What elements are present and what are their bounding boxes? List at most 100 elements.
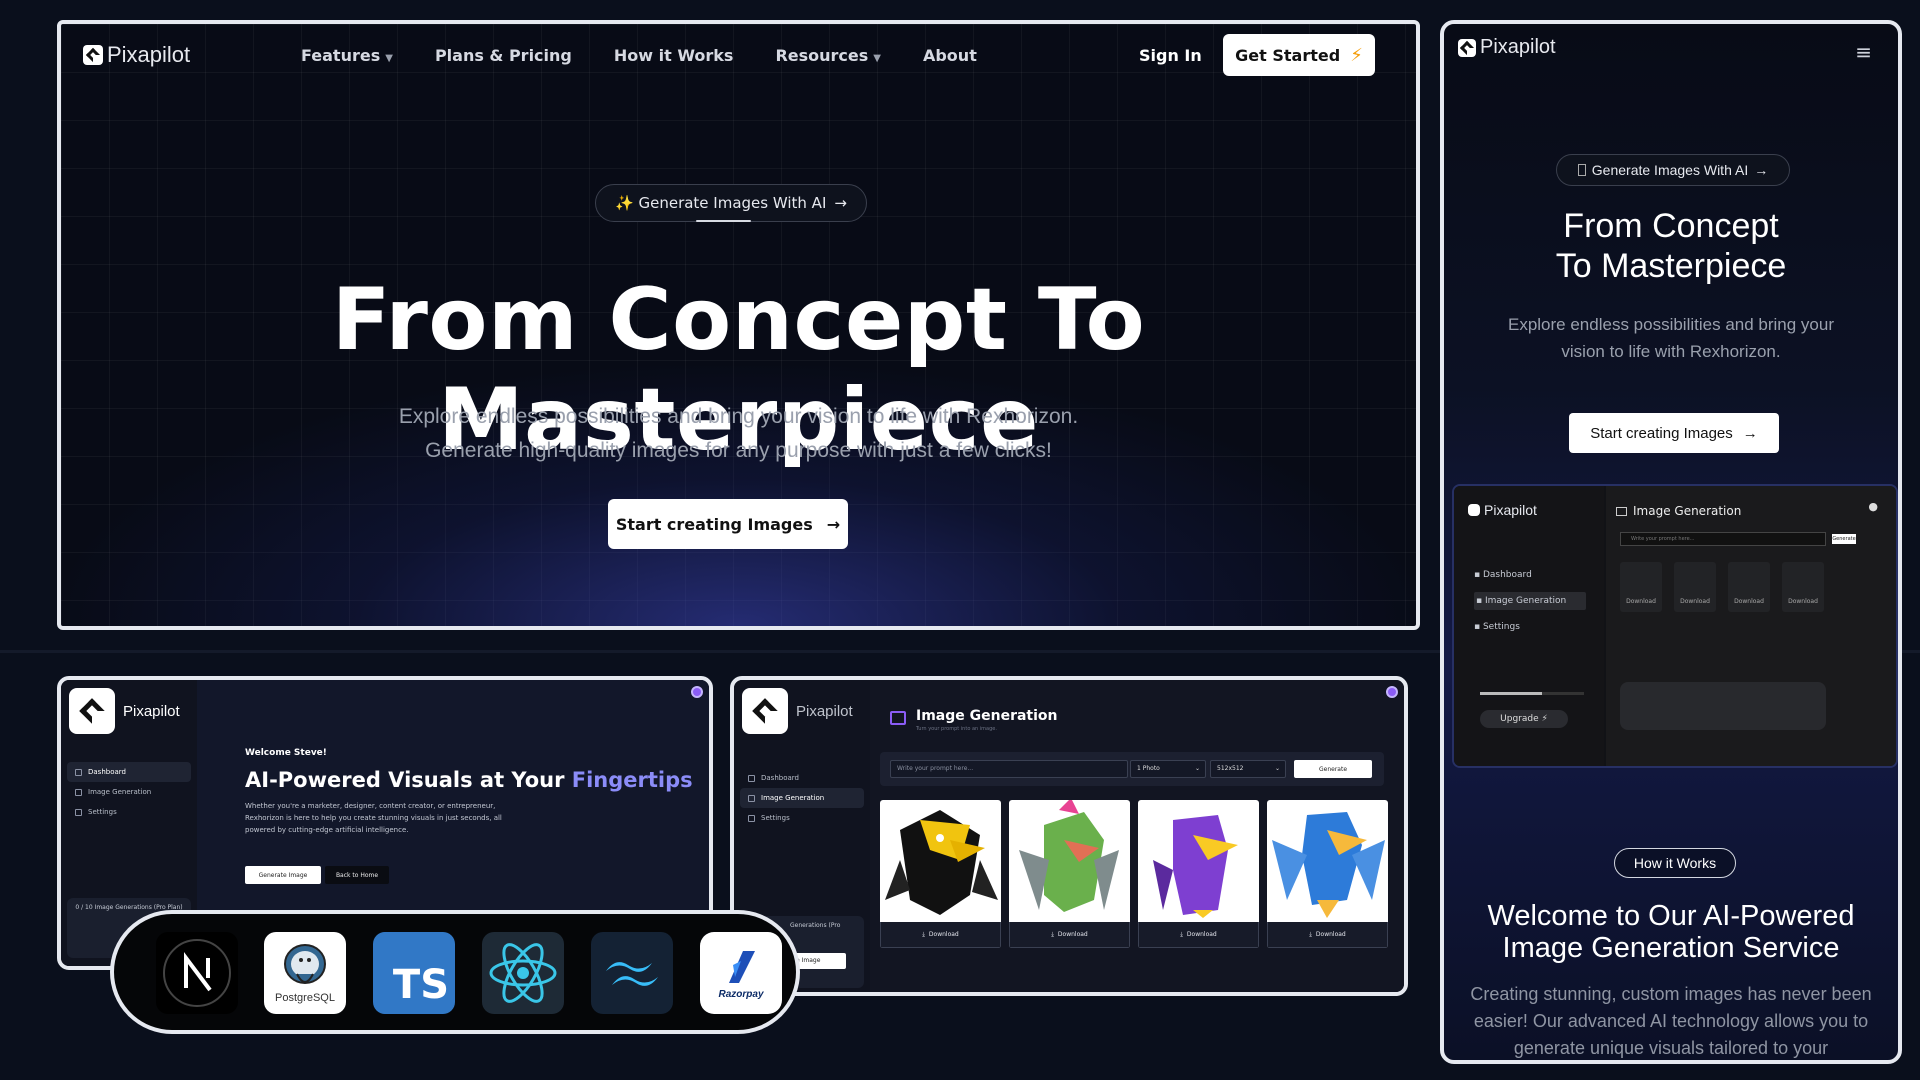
image-gen-subtitle: Turn your prompt into an image. — [916, 726, 997, 732]
postgresql-label: PostgreSQL — [275, 992, 335, 1004]
back-to-home-button[interactable]: Back to Home — [325, 866, 389, 884]
pixapilot-logo-icon — [83, 45, 103, 65]
dashboard-icon — [75, 768, 82, 776]
nav-pricing[interactable]: Plans & Pricing — [435, 46, 572, 65]
mobile-dashboard-preview: Pixapilot ▪ Dashboard ▪ Image Generation… — [1452, 484, 1898, 768]
brand-logo[interactable]: Pixapilot — [69, 688, 180, 734]
eagle-image — [885, 810, 998, 915]
brand-name: Pixapilot — [1484, 502, 1537, 518]
brand-name: Pixapilot — [796, 702, 853, 720]
menu-image-generation[interactable]: Image Generation — [67, 782, 191, 802]
menu-image-generation[interactable]: ▪ Image Generation — [1474, 592, 1586, 610]
chevron-down-icon: ⌄ — [1194, 765, 1200, 772]
brand-name: Pixapilot — [123, 702, 180, 720]
avatar[interactable] — [691, 686, 703, 698]
menu-label: Image Generation — [88, 788, 152, 796]
download-card[interactable]: Download — [1728, 562, 1770, 612]
hero-preview: Pixapilot Features ▼ Plans & Pricing How … — [57, 20, 1420, 630]
how-it-works-pill[interactable]: How it Works — [1614, 848, 1736, 878]
download-icon: ⤓ — [1309, 930, 1312, 938]
menu-label: Dashboard — [88, 768, 126, 776]
brand-logo[interactable]: Pixapilot — [1458, 36, 1556, 59]
menu-label: Settings — [88, 808, 117, 816]
brand-name: Pixapilot — [107, 42, 191, 67]
menu-settings[interactable]: Settings — [67, 802, 191, 822]
pill-label: ✨ Generate Images With AI — [615, 194, 827, 212]
menu-settings[interactable]: ▪ Settings — [1474, 614, 1586, 640]
chevron-down-icon: ▼ — [873, 53, 881, 64]
generate-images-pill[interactable]: Generate Images With AI → — [1556, 154, 1790, 186]
download-card[interactable]: Download — [1782, 562, 1824, 612]
title-prefix: AI-Powered Visuals at Your — [245, 768, 572, 792]
pixapilot-logo-icon — [1468, 504, 1480, 516]
download-button[interactable]: ⤓ Download — [1267, 922, 1388, 948]
generate-button[interactable]: Generate — [1294, 760, 1372, 778]
menu-image-generation[interactable]: Image Generation — [740, 788, 864, 808]
desc-line: powered by cutting-edge artificial intel… — [245, 826, 409, 834]
prompt-toolbar: Write your prompt here... 1 Photo ⌄ 512x5… — [880, 752, 1384, 786]
nav-resources[interactable]: Resources ▼ — [775, 46, 881, 65]
menu-label: Settings — [1482, 622, 1520, 632]
chevron-down-icon: ▼ — [385, 53, 393, 64]
brand-logo[interactable]: Pixapilot — [742, 688, 853, 734]
brand-logo: Pixapilot — [1468, 502, 1537, 518]
image-icon — [1616, 506, 1627, 516]
gear-icon — [75, 808, 82, 816]
download-card[interactable]: Download — [1620, 562, 1662, 612]
menu-label: Dashboard — [761, 774, 799, 782]
generate-images-pill[interactable]: ✨ Generate Images With AI → — [595, 184, 867, 222]
title-highlight: Fingertips — [571, 768, 693, 792]
top-navbar: Pixapilot Features ▼ Plans & Pricing How … — [61, 24, 1416, 90]
generated-image-card: ⤓ Download — [1267, 800, 1388, 948]
tech-stack-bar: PostgreSQL TS Razorpay — [110, 910, 800, 1034]
nav-features-label: Features — [301, 46, 381, 65]
brand-logo[interactable]: Pixapilot — [83, 42, 190, 68]
menu-label: Image Generation — [1484, 596, 1567, 606]
download-label: Download — [1680, 598, 1710, 605]
sign-in-link[interactable]: Sign In — [1139, 46, 1202, 65]
download-label: Download — [1057, 931, 1088, 938]
download-card[interactable]: Download — [1674, 562, 1716, 612]
eagle-image — [1019, 800, 1119, 912]
start-creating-button[interactable]: Start creating Images → — [608, 499, 848, 549]
nav-about[interactable]: About — [923, 46, 977, 65]
mobile-title-line: To Masterpiece — [1555, 247, 1787, 285]
hero-subtitle-line: Explore endless possibilities and bring … — [398, 405, 1079, 428]
upgrade-button[interactable]: Upgrade ⚡ — [1480, 710, 1568, 728]
desc-line: Whether you're a marketer, designer, con… — [245, 802, 496, 810]
generated-image-card: ⤓ Download — [1138, 800, 1259, 948]
eagle-image — [1153, 815, 1238, 918]
generate-button[interactable]: Generate — [1832, 534, 1856, 544]
menu-dashboard[interactable]: Dashboard — [67, 762, 191, 782]
photo-count-select[interactable]: 1 Photo ⌄ — [1130, 760, 1206, 778]
size-select[interactable]: 512x512 ⌄ — [1210, 760, 1286, 778]
get-started-button[interactable]: Get Started ⚡ — [1223, 34, 1375, 76]
dashboard-icon — [748, 774, 755, 782]
menu-dashboard[interactable]: ▪ Dashboard — [1474, 562, 1586, 588]
menu-dashboard[interactable]: Dashboard — [740, 768, 864, 788]
download-button[interactable]: ⤓ Download — [1138, 922, 1259, 948]
tailwind-icon — [591, 932, 673, 1014]
image-gen-title: Image Generation — [916, 708, 1058, 724]
dashboard-title: AI-Powered Visuals at Your Fingertips — [245, 768, 693, 792]
start-creating-button[interactable]: Start creating Images → — [1569, 413, 1779, 453]
nav-features[interactable]: Features ▼ — [301, 46, 393, 65]
avatar[interactable] — [1386, 686, 1398, 698]
menu-settings[interactable]: Settings — [740, 808, 864, 828]
sparkle-icon — [1577, 164, 1586, 176]
hamburger-menu-icon[interactable]: ≡ — [1855, 40, 1872, 64]
download-button[interactable]: ⤓ Download — [880, 922, 1001, 948]
nav-how-it-works[interactable]: How it Works — [614, 46, 734, 65]
eagle-image — [1272, 812, 1385, 918]
download-button[interactable]: ⤓ Download — [1009, 922, 1130, 948]
cta-label: Start creating Images — [1590, 424, 1733, 442]
generate-image-button[interactable]: Generate Image — [245, 866, 321, 884]
pixapilot-logo-icon — [69, 688, 115, 734]
user-icon[interactable]: ● — [1868, 500, 1878, 513]
razorpay-label: Razorpay — [718, 988, 764, 1000]
menu-label: Image Generation — [761, 794, 825, 802]
download-label: Download — [928, 931, 959, 938]
section-paragraph: Creating stunning, custom images has nev… — [1470, 984, 1872, 1058]
prompt-input[interactable]: Write your prompt here... — [1620, 532, 1826, 546]
prompt-input[interactable]: Write your prompt here... — [890, 760, 1128, 778]
